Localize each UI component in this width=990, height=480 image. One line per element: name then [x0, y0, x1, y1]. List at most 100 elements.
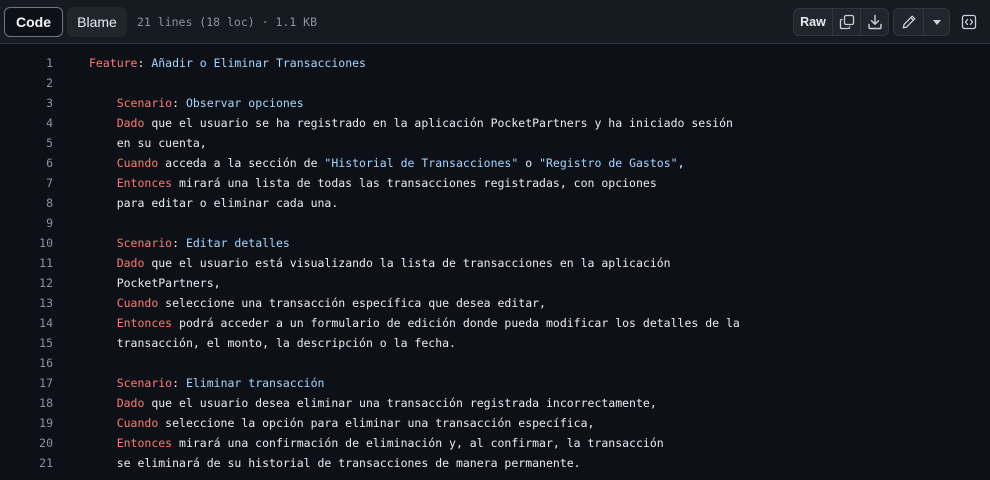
- code-line: 5 en su cuenta,: [0, 133, 990, 153]
- line-number[interactable]: 15: [0, 333, 53, 353]
- keyword-separator: :: [172, 376, 186, 390]
- gherkin-keyword: Dado: [116, 396, 145, 410]
- line-text: acceda a la sección de: [158, 156, 325, 170]
- gherkin-keyword: Entonces: [116, 316, 173, 330]
- code-line: 21 se eliminará de su historial de trans…: [0, 453, 990, 473]
- code-line: 2: [0, 73, 990, 93]
- gherkin-keyword: Scenario: [116, 236, 173, 250]
- download-icon: [867, 14, 882, 30]
- line-content: Scenario: Editar detalles: [53, 233, 290, 253]
- line-content: Feature: Añadir o Eliminar Transacciones: [53, 53, 366, 73]
- edit-file-button[interactable]: [894, 9, 923, 35]
- line-text: podrá acceder a un formulario de edición…: [172, 316, 740, 330]
- line-text: seleccione la opción para eliminar una t…: [158, 416, 595, 430]
- line-number[interactable]: 20: [0, 433, 53, 453]
- line-text: que el usuario desea eliminar una transa…: [144, 396, 657, 410]
- more-edit-options-button[interactable]: [923, 9, 949, 35]
- line-number[interactable]: 9: [0, 213, 53, 233]
- gherkin-title: Editar detalles: [185, 236, 290, 250]
- line-number[interactable]: 19: [0, 413, 53, 433]
- line-number[interactable]: 18: [0, 393, 53, 413]
- triangle-down-icon: [932, 19, 941, 25]
- line-number[interactable]: 8: [0, 193, 53, 213]
- symbols-panel-button[interactable]: [956, 8, 982, 36]
- gherkin-title: Observar opciones: [185, 96, 304, 110]
- gherkin-title: Añadir o Eliminar Transacciones: [151, 56, 366, 70]
- line-content: Dado que el usuario está visualizando la…: [53, 253, 671, 273]
- line-content: Cuando seleccione la opción para elimina…: [53, 413, 595, 433]
- gherkin-keyword: Scenario: [116, 96, 173, 110]
- code-line: 1 Feature: Añadir o Eliminar Transaccione…: [0, 53, 990, 73]
- line-content: Cuando acceda a la sección de "Historial…: [53, 153, 685, 173]
- line-text: ,: [677, 156, 685, 170]
- line-number[interactable]: 17: [0, 373, 53, 393]
- code-line: 11 Dado que el usuario está visualizando…: [0, 253, 990, 273]
- code-line: 17 Scenario: Eliminar transacción: [0, 373, 990, 393]
- line-number[interactable]: 2: [0, 73, 53, 93]
- edit-actions-group: [893, 8, 950, 36]
- line-content: [53, 353, 89, 373]
- line-number[interactable]: 11: [0, 253, 53, 273]
- code-line: 10 Scenario: Editar detalles: [0, 233, 990, 253]
- gherkin-keyword: Dado: [116, 116, 145, 130]
- gherkin-title: Eliminar transacción: [185, 376, 325, 390]
- gherkin-keyword: Cuando: [116, 296, 159, 310]
- gherkin-keyword: Cuando: [116, 156, 159, 170]
- line-content: Dado que el usuario se ha registrado en …: [53, 113, 733, 133]
- line-text: que el usuario se ha registrado en la ap…: [144, 116, 733, 130]
- line-number[interactable]: 6: [0, 153, 53, 173]
- line-number[interactable]: 16: [0, 353, 53, 373]
- line-content: Entonces mirará una lista de todas las t…: [53, 173, 657, 193]
- line-content: PocketPartners,: [53, 273, 221, 293]
- code-line: 16: [0, 353, 990, 373]
- line-number[interactable]: 12: [0, 273, 53, 293]
- code-line: 7 Entonces mirará una lista de todas las…: [0, 173, 990, 193]
- line-text: o: [518, 156, 540, 170]
- line-text: mirará una lista de todas las transaccio…: [172, 176, 657, 190]
- code-view-button[interactable]: Code: [4, 7, 63, 37]
- line-number[interactable]: 21: [0, 453, 53, 473]
- download-raw-button[interactable]: [860, 9, 888, 35]
- line-number[interactable]: 5: [0, 133, 53, 153]
- gherkin-keyword: Cuando: [116, 416, 159, 430]
- line-number[interactable]: 14: [0, 313, 53, 333]
- raw-button[interactable]: Raw: [794, 9, 832, 35]
- gherkin-keyword: Entonces: [116, 436, 173, 450]
- line-text: en su cuenta,: [116, 136, 207, 150]
- code-line: 6 Cuando acceda a la sección de "Histori…: [0, 153, 990, 173]
- raw-actions-group: Raw: [793, 8, 889, 36]
- line-number[interactable]: 3: [0, 93, 53, 113]
- keyword-separator: :: [172, 236, 186, 250]
- line-number[interactable]: 1: [0, 53, 53, 73]
- code-view[interactable]: 1 Feature: Añadir o Eliminar Transaccione…: [0, 53, 990, 473]
- gherkin-keyword: Entonces: [116, 176, 173, 190]
- line-number[interactable]: 13: [0, 293, 53, 313]
- line-content: para editar o eliminar cada una.: [53, 193, 339, 213]
- line-content: Cuando seleccione una transacción especí…: [53, 293, 546, 313]
- line-number[interactable]: 4: [0, 113, 53, 133]
- line-content: [53, 73, 89, 93]
- line-text: que el usuario está visualizando la list…: [144, 256, 671, 270]
- file-toolbar: Code Blame 21 lines (18 loc) · 1.1 KB Ra…: [0, 0, 990, 44]
- line-content: Dado que el usuario desea eliminar una t…: [53, 393, 657, 413]
- keyword-separator: :: [137, 56, 152, 70]
- line-number[interactable]: 7: [0, 173, 53, 193]
- line-content: [53, 213, 89, 233]
- string-literal: "Registro de Gastos": [539, 156, 678, 170]
- gherkin-keyword: Feature: [89, 56, 138, 70]
- line-number[interactable]: 10: [0, 233, 53, 253]
- code-line: 8 para editar o eliminar cada una.: [0, 193, 990, 213]
- copy-raw-button[interactable]: [832, 9, 860, 35]
- blame-view-button[interactable]: Blame: [67, 7, 127, 37]
